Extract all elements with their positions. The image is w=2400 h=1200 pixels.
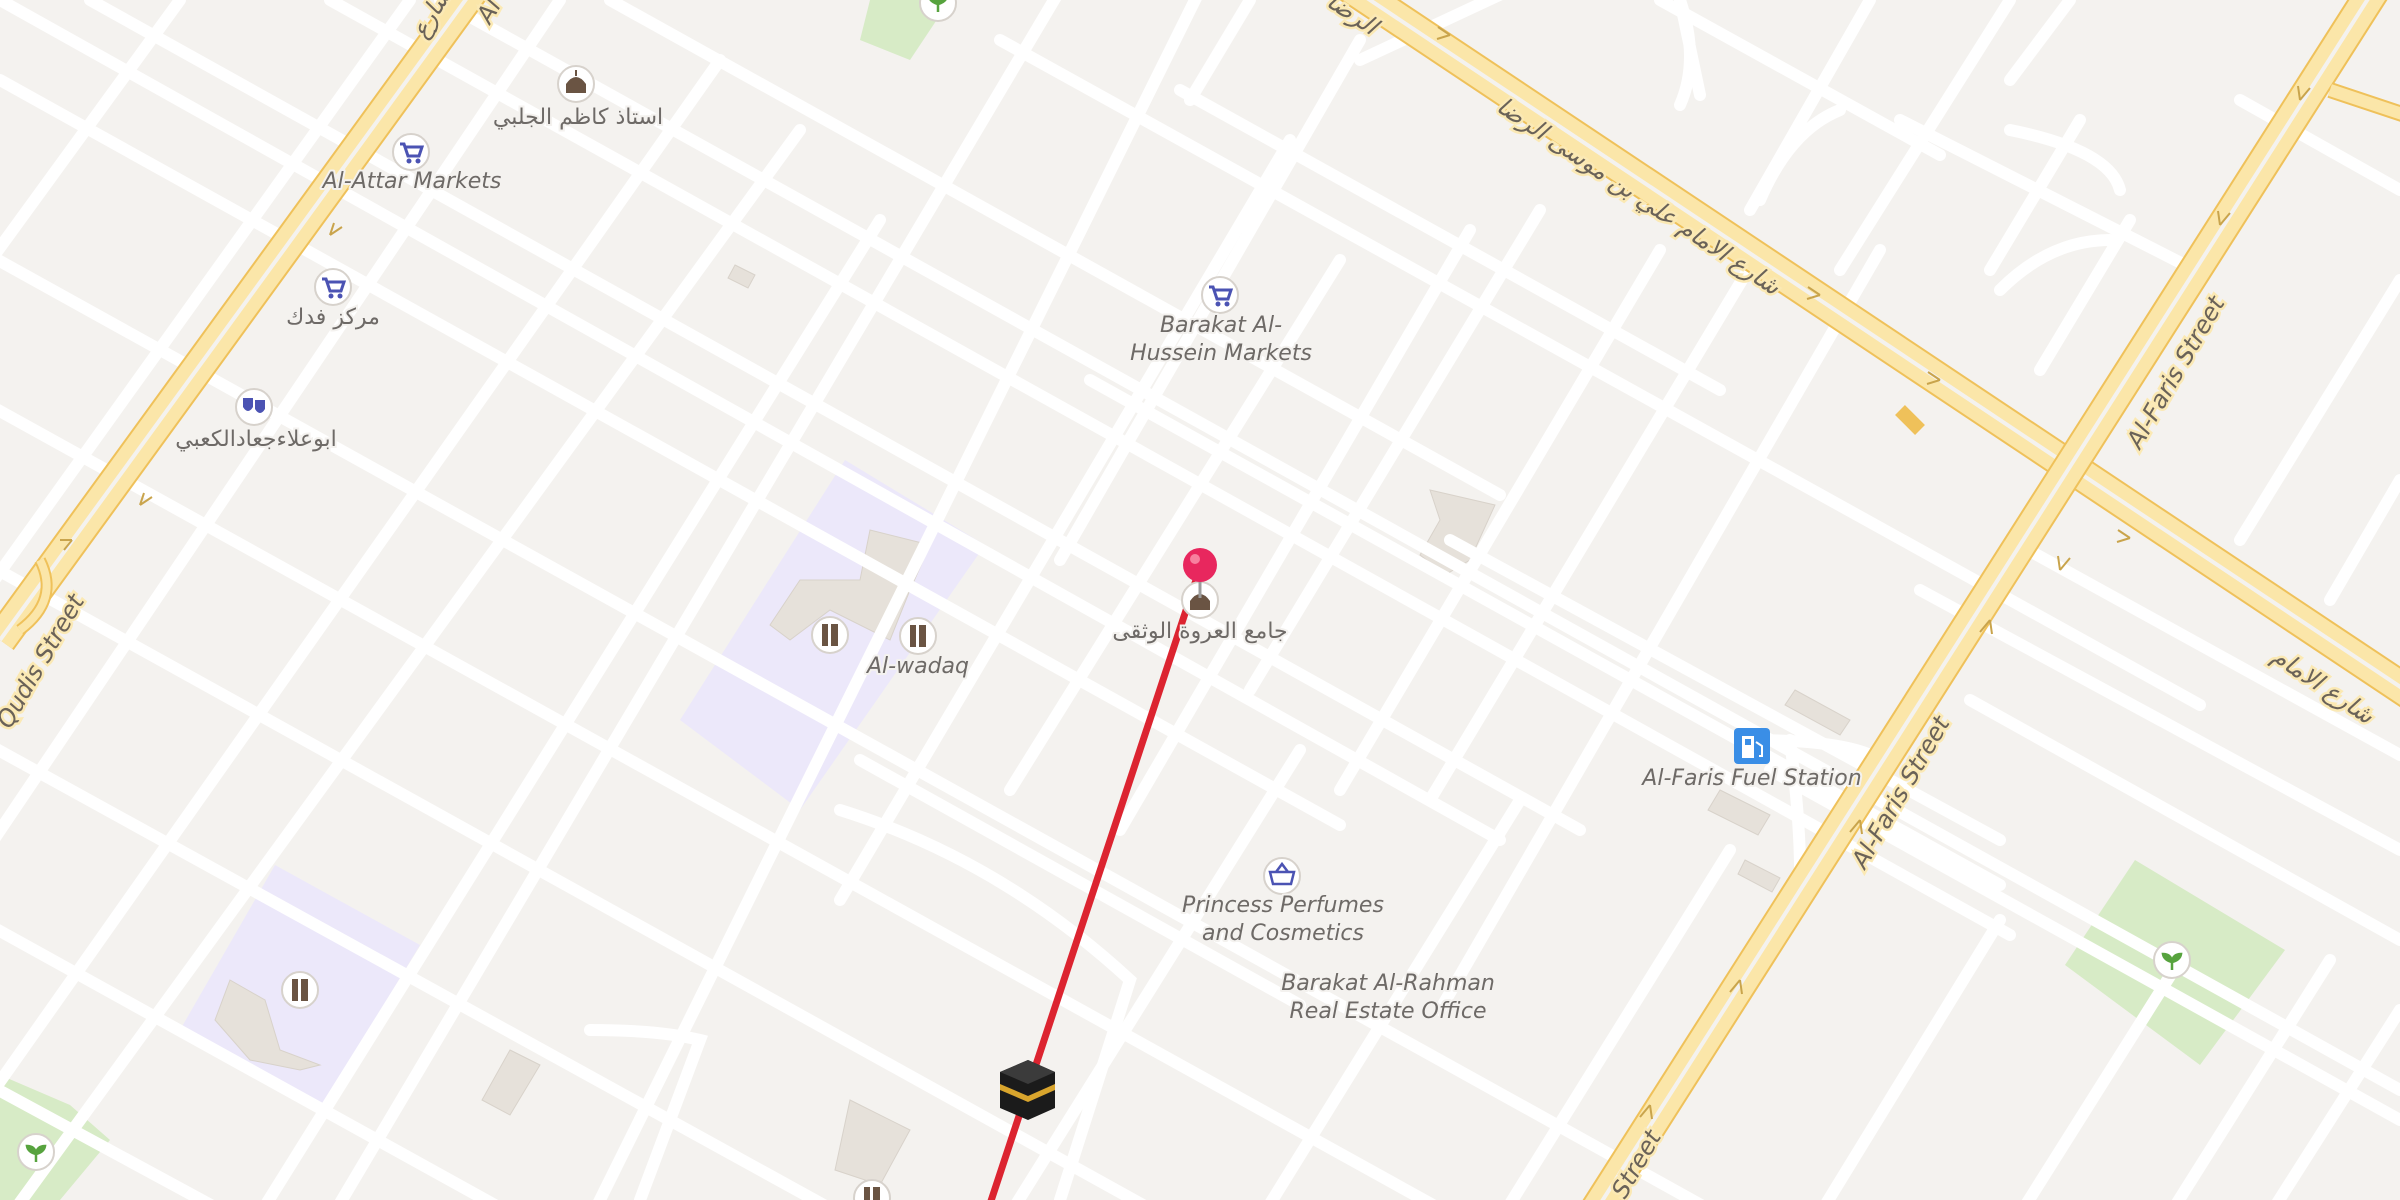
school-icon[interactable]	[899, 617, 937, 655]
shopping-cart-icon[interactable]	[392, 133, 430, 171]
school-icon[interactable]	[281, 971, 319, 1009]
map-canvas[interactable]: Qudis Street Al-Faris Street Al-Faris St…	[0, 0, 2400, 1200]
poi-label-perfumes-1: Princess Perfumes	[1182, 893, 1384, 918]
poi-label-realestate-1: Barakat Al-Rahman	[1281, 971, 1495, 996]
poi-label-perfumes-2: and Cosmetics	[1202, 921, 1364, 946]
school-icon[interactable]	[853, 1179, 891, 1200]
school-icon[interactable]	[811, 616, 849, 654]
shopping-cart-icon[interactable]	[314, 268, 352, 306]
poi-label-attar: Al-Attar Markets	[321, 169, 502, 194]
poi-label-alwadaq: Al-wadaq	[865, 654, 969, 679]
poi-label-fuel: Al-Faris Fuel Station	[1640, 766, 1861, 791]
fuel-pump-icon[interactable]	[1734, 728, 1770, 764]
shopping-cart-icon[interactable]	[1201, 276, 1239, 314]
poi-label-barakat-hussein-1: Barakat Al-	[1160, 313, 1282, 338]
poi-label-barakat-hussein-2: Hussein Markets	[1130, 341, 1312, 366]
park-sprout-icon[interactable]	[919, 0, 957, 22]
poi-label-mosque-main: جامع العروة الوثقى	[1112, 619, 1287, 644]
poi-label-theatre: ابوعلاءجعادالكعبي	[175, 427, 336, 452]
poi-label-fadak: مركز فدك	[286, 305, 380, 330]
poi-layer: استاذ كاظم الجلبي Al-Attar Markets مركز …	[17, 0, 2191, 1200]
theatre-masks-icon[interactable]	[235, 388, 273, 426]
kaaba-icon[interactable]	[1000, 1060, 1055, 1120]
poi-label-kazem: استاذ كاظم الجلبي	[493, 105, 663, 130]
park-sprout-icon[interactable]	[2153, 941, 2191, 979]
poi-label-realestate-2: Real Estate Office	[1290, 999, 1487, 1024]
shopping-basket-icon[interactable]	[1263, 857, 1301, 895]
mosque-icon[interactable]	[557, 65, 595, 103]
park-sprout-icon[interactable]	[17, 1133, 55, 1171]
